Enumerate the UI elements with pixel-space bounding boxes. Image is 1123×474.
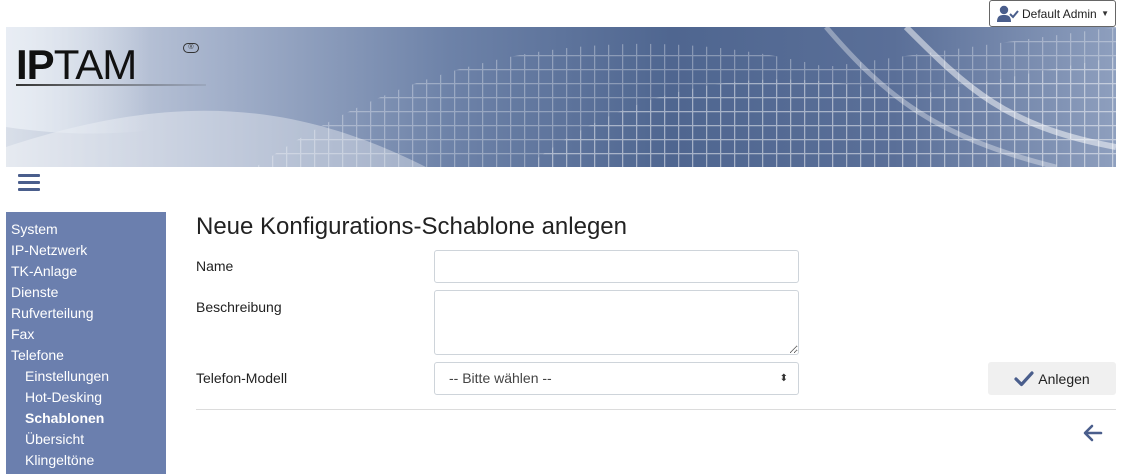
sidebar-item-einstellungen[interactable]: Einstellungen [6, 366, 166, 387]
arrow-left-icon[interactable] [1083, 424, 1103, 442]
form-divider [196, 409, 1116, 410]
check-icon [1014, 370, 1034, 387]
description-textarea[interactable] [434, 290, 799, 355]
hamburger-icon[interactable] [18, 174, 40, 192]
description-label: Beschreibung [196, 299, 282, 315]
sidebar-item-dienste[interactable]: Dienste [6, 282, 166, 303]
phone-model-selected: -- Bitte wählen -- [449, 370, 552, 386]
anlegen-label: Anlegen [1038, 370, 1090, 387]
sidebar: System IP-Netzwerk TK-Anlage Dienste Ruf… [6, 212, 166, 474]
user-menu-button[interactable]: Default Admin ▼ [989, 0, 1116, 27]
banner-background [6, 27, 1116, 167]
sidebar-item-uebersicht[interactable]: Übersicht [6, 429, 166, 450]
name-label: Name [196, 258, 234, 274]
sidebar-item-klingeltoene[interactable]: Klingeltöne [6, 450, 166, 471]
user-menu-label: Default Admin [1022, 6, 1097, 21]
logo-underline [16, 84, 206, 86]
iptam-logo: IPTAM [16, 41, 137, 88]
sidebar-item-schablonen[interactable]: Schablonen [6, 408, 166, 429]
sidebar-item-telefone[interactable]: Telefone [6, 345, 166, 366]
sidebar-item-tk-anlage[interactable]: TK-Anlage [6, 261, 166, 282]
name-input[interactable] [434, 250, 799, 283]
caret-down-icon: ▼ [1101, 9, 1109, 18]
phone-model-select[interactable]: -- Bitte wählen -- ⬍ [434, 362, 799, 395]
phone-model-label: Telefon-Modell [196, 370, 288, 386]
sidebar-item-hot-desking[interactable]: Hot-Desking [6, 387, 166, 408]
page-title: Neue Konfigurations-Schablone anlegen [196, 213, 627, 240]
sidebar-item-system[interactable]: System [6, 219, 166, 240]
registered-mark: ® [183, 43, 199, 53]
select-arrows-icon: ⬍ [779, 373, 788, 384]
sidebar-item-ip-netzwerk[interactable]: IP-Netzwerk [6, 240, 166, 261]
sidebar-item-rufverteilung[interactable]: Rufverteilung [6, 303, 166, 324]
anlegen-button[interactable]: Anlegen [988, 362, 1116, 395]
user-check-icon [997, 5, 1019, 23]
sidebar-item-fax[interactable]: Fax [6, 324, 166, 345]
header-banner: IPTAM ® [6, 27, 1116, 167]
